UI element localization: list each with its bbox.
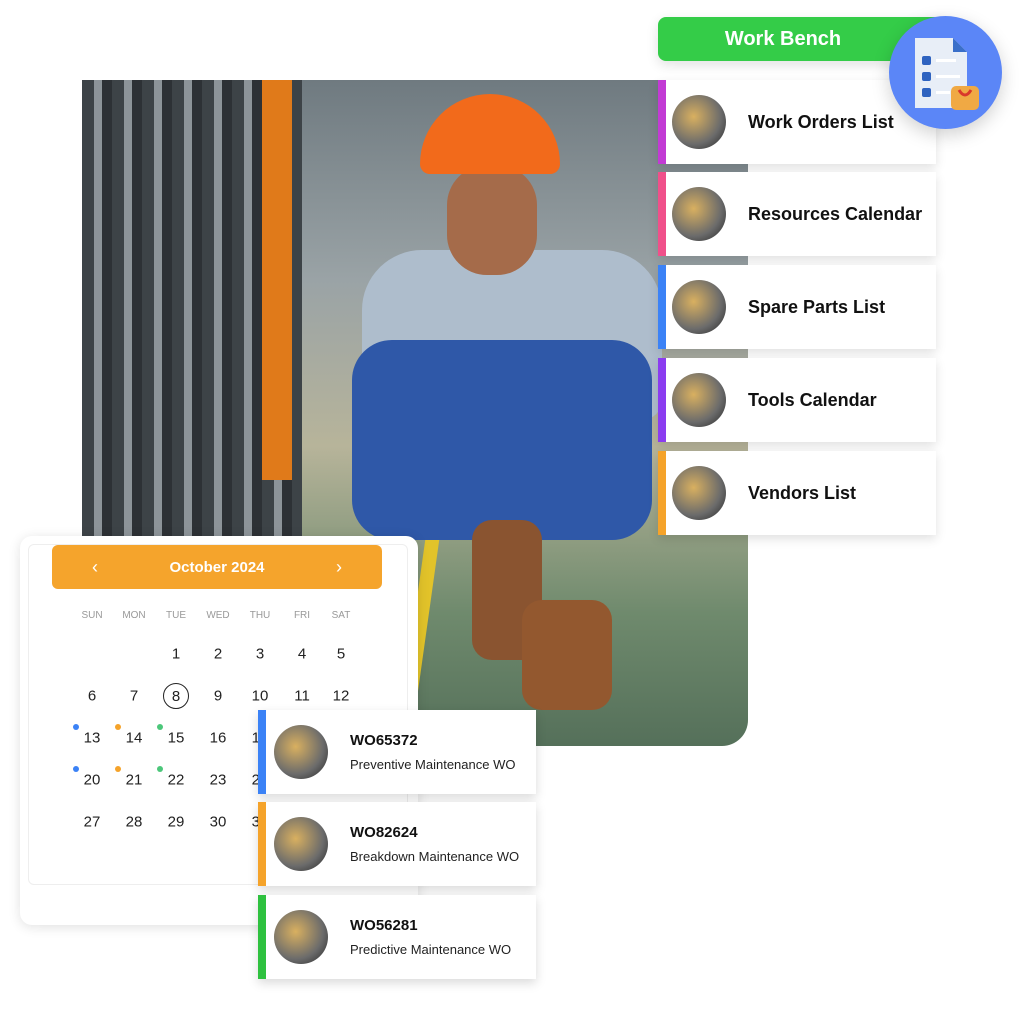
calendar-month-title: October 2024 — [169, 558, 265, 576]
weekday-label: TUE — [166, 610, 186, 621]
calendar-day[interactable]: 20 — [84, 772, 101, 789]
calendar-day[interactable]: 23 — [210, 772, 227, 789]
calendar-day[interactable]: 11 — [294, 688, 310, 705]
calendar-day[interactable]: 16 — [210, 730, 227, 747]
worker-overall — [352, 340, 652, 540]
work-order-id: WO65372 — [350, 732, 418, 749]
calendar-day[interactable]: 15 — [168, 730, 185, 747]
work-order-card[interactable]: WO65372 Preventive Maintenance WO — [258, 710, 536, 794]
calendar-day[interactable]: 6 — [88, 688, 96, 705]
event-dot — [157, 724, 163, 730]
workbench-item-label: Work Orders List — [748, 111, 894, 132]
color-bar — [258, 895, 266, 979]
work-order-type: Breakdown Maintenance WO — [350, 849, 520, 864]
calendar-day[interactable]: 9 — [214, 688, 222, 705]
work-order-thumbnail — [274, 910, 328, 964]
work-order-id: WO82624 — [350, 824, 418, 841]
calendar-day[interactable]: 30 — [210, 814, 227, 831]
event-dot — [157, 766, 163, 772]
event-dot — [73, 724, 79, 730]
calendar-day[interactable]: 2 — [214, 646, 222, 663]
calendar-day[interactable]: 21 — [126, 772, 143, 789]
event-dot — [115, 766, 121, 772]
workbench-item[interactable]: Tools Calendar — [658, 358, 936, 442]
work-order-type: Predictive Maintenance WO — [350, 942, 512, 957]
calendar-day[interactable]: 29 — [168, 814, 185, 831]
work-order-thumbnail — [274, 725, 328, 779]
next-month-button[interactable]: › — [336, 557, 342, 578]
color-bar — [658, 80, 666, 164]
prev-month-button[interactable]: ‹ — [92, 557, 98, 578]
worker-head — [447, 165, 537, 275]
calendar-day[interactable]: 28 — [126, 814, 143, 831]
color-bar — [658, 451, 666, 535]
item-thumbnail — [672, 466, 726, 520]
color-bar — [258, 802, 266, 886]
color-bar — [658, 265, 666, 349]
workbench-item-label: Vendors List — [748, 482, 857, 503]
work-order-card[interactable]: WO56281 Predictive Maintenance WO — [258, 895, 536, 979]
calendar-day[interactable]: 3 — [256, 646, 264, 663]
item-thumbnail — [672, 187, 726, 241]
color-bar — [658, 358, 666, 442]
weekday-label: FRI — [293, 610, 311, 621]
weekday-label: MON — [122, 610, 146, 621]
calendar-day[interactable]: 1 — [172, 646, 180, 663]
calendar-day[interactable]: 22 — [168, 772, 185, 789]
item-thumbnail — [672, 373, 726, 427]
weekday-label: SUN — [81, 610, 103, 621]
calendar-day[interactable]: 4 — [298, 646, 306, 663]
checklist-document-icon — [889, 16, 1002, 129]
machine-frame — [262, 80, 292, 480]
event-dot — [115, 724, 121, 730]
event-dot — [73, 766, 79, 772]
selected-day[interactable]: 8 — [163, 683, 189, 709]
calendar-day[interactable]: 12 — [333, 688, 350, 705]
calendar-day[interactable]: 13 — [84, 730, 101, 747]
item-thumbnail — [672, 95, 726, 149]
calendar-header: ‹ October 2024 › — [52, 545, 382, 589]
calendar-day[interactable]: 10 — [252, 688, 269, 705]
calendar-day[interactable]: 14 — [126, 730, 143, 747]
weekday-label: WED — [206, 610, 230, 621]
weekday-label: THU — [249, 610, 271, 621]
workbench-item-label: Tools Calendar — [748, 389, 877, 410]
workbench-item-label: Spare Parts List — [748, 296, 886, 317]
workbench-item[interactable]: Spare Parts List — [658, 265, 936, 349]
work-order-thumbnail — [274, 817, 328, 871]
workbench-item[interactable]: Resources Calendar — [658, 172, 936, 256]
item-thumbnail — [672, 280, 726, 334]
hard-hat — [420, 94, 560, 174]
calendar-day[interactable]: 27 — [84, 814, 101, 831]
work-order-id: WO56281 — [350, 917, 418, 934]
weekday-label: SAT — [331, 610, 351, 621]
work-order-type: Preventive Maintenance WO — [350, 757, 516, 772]
workbench-item-label: Resources Calendar — [748, 203, 923, 224]
color-bar — [658, 172, 666, 256]
worker-boot — [522, 600, 612, 710]
calendar-day[interactable]: 5 — [337, 646, 345, 663]
calendar-day[interactable]: 7 — [130, 688, 138, 705]
work-order-card[interactable]: WO82624 Breakdown Maintenance WO — [258, 802, 536, 886]
color-bar — [258, 710, 266, 794]
workbench-item[interactable]: Vendors List — [658, 451, 936, 535]
